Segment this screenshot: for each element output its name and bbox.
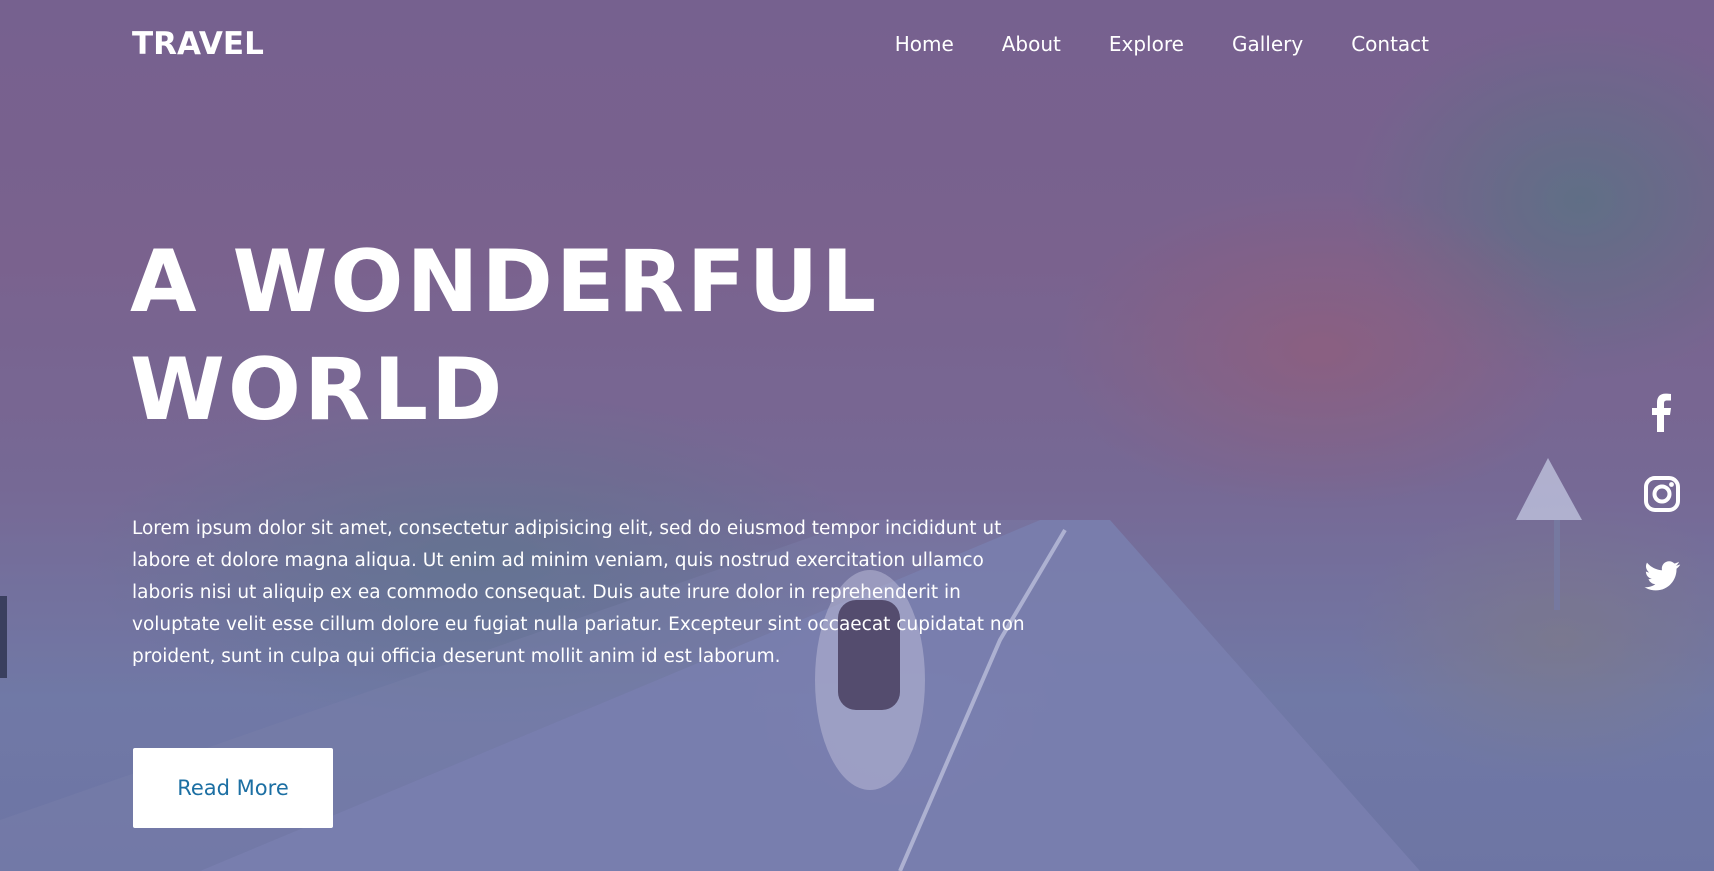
facebook-icon[interactable] — [1640, 390, 1684, 434]
hero-section: TRAVEL Home About Explore Gallery Contac… — [0, 0, 1714, 871]
top-navigation: TRAVEL Home About Explore Gallery Contac… — [0, 24, 1714, 64]
nav-item-explore[interactable]: Explore — [1109, 24, 1184, 64]
hero-description: Lorem ipsum dolor sit amet, consectetur … — [132, 518, 1025, 667]
twitter-icon[interactable] — [1640, 554, 1684, 598]
read-more-button[interactable]: Read More — [133, 748, 333, 828]
nav-item-home[interactable]: Home — [895, 24, 954, 64]
site-logo[interactable]: TRAVEL — [132, 24, 264, 64]
nav-item-about[interactable]: About — [1002, 24, 1061, 64]
hero-title-line-2: WORLD — [130, 340, 506, 440]
instagram-icon[interactable] — [1640, 472, 1684, 516]
nav-item-gallery[interactable]: Gallery — [1232, 24, 1303, 64]
slider-edge-handle[interactable] — [0, 596, 7, 678]
nav-menu: Home About Explore Gallery Contact — [847, 24, 1429, 64]
hero-title: A WONDERFUL WORLD — [130, 228, 930, 444]
social-links — [1640, 390, 1684, 636]
hero-title-line-1: A WONDERFUL — [130, 232, 880, 332]
nav-item-contact[interactable]: Contact — [1351, 24, 1429, 64]
